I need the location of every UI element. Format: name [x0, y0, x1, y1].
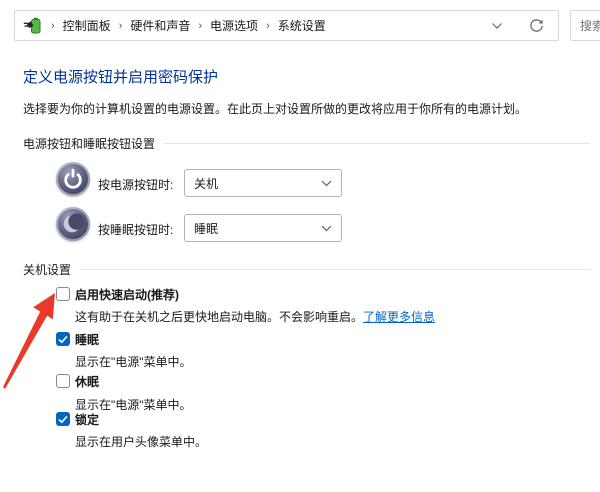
- section-header-power-buttons: 电源按钮和睡眠按钮设置: [23, 135, 590, 152]
- power-options-icon: [23, 16, 43, 36]
- breadcrumb-item-control-panel[interactable]: 控制面板: [63, 17, 111, 34]
- breadcrumb-separator: ›: [118, 19, 123, 32]
- sleep-checkbox[interactable]: [56, 332, 70, 346]
- breadcrumb-item-system-settings[interactable]: 系统设置: [278, 17, 326, 34]
- breadcrumb-item-power-options[interactable]: 电源选项: [210, 17, 258, 34]
- refresh-icon[interactable]: [529, 18, 544, 33]
- hibernate-option-label[interactable]: 休眠: [75, 373, 99, 390]
- sleep-button-action-select[interactable]: 睡眠: [184, 214, 342, 242]
- checkmark-icon: [58, 335, 68, 343]
- section-header-label: 关机设置: [23, 263, 72, 277]
- section-header-label: 电源按钮和睡眠按钮设置: [23, 137, 156, 151]
- power-button-action-value: 关机: [194, 176, 219, 191]
- fast-startup-checkbox[interactable]: [56, 287, 70, 301]
- power-button-action-select[interactable]: 关机: [184, 169, 342, 197]
- lock-option-label[interactable]: 锁定: [75, 411, 99, 428]
- breadcrumb-separator: ›: [198, 19, 203, 32]
- sleep-button-action-value: 睡眠: [194, 221, 219, 236]
- breadcrumb-separator: ›: [51, 19, 55, 32]
- section-divider: [164, 143, 590, 144]
- section-divider: [80, 269, 590, 270]
- address-bar: › 控制面板 › 硬件和声音 › 电源选项 › 系统设置: [14, 10, 559, 41]
- hibernate-checkbox[interactable]: [56, 374, 70, 388]
- address-dropdown-chevron-icon[interactable]: [491, 22, 503, 30]
- checkmark-icon: [58, 415, 68, 423]
- section-header-shutdown: 关机设置: [23, 261, 590, 278]
- lock-checkbox[interactable]: [56, 412, 70, 426]
- sleep-button-row-label: 按睡眠按钮时:: [98, 223, 174, 237]
- chevron-down-icon: [321, 225, 332, 232]
- breadcrumb-item-hardware-sound[interactable]: 硬件和声音: [130, 17, 190, 34]
- power-options-system-settings-page: › 控制面板 › 硬件和声音 › 电源选项 › 系统设置 搜索 定义电源按钮并启…: [0, 0, 600, 492]
- learn-more-link[interactable]: 了解更多信息: [363, 310, 435, 324]
- power-button-row-label: 按电源按钮时:: [98, 178, 174, 192]
- power-button-icon: [56, 162, 90, 196]
- lock-option-description: 显示在用户头像菜单中。: [75, 435, 208, 449]
- fast-startup-description: 这有助于在关机之后更快地启动电脑。不会影响重启。了解更多信息: [75, 308, 435, 325]
- sleep-option-description: 显示在"电源"菜单中。: [75, 355, 192, 369]
- search-input[interactable]: 搜索: [570, 10, 600, 41]
- fast-startup-description-text: 这有助于在关机之后更快地启动电脑。不会影响重启。: [75, 310, 364, 324]
- chevron-down-icon: [321, 180, 332, 187]
- page-subtitle: 选择要为你的计算机设置的电源设置。在此页上对设置所做的更改将应用于你所有的电源计…: [23, 102, 528, 116]
- breadcrumb-separator: ›: [266, 19, 270, 32]
- page-title: 定义电源按钮并启用密码保护: [23, 69, 219, 86]
- fast-startup-label[interactable]: 启用快速启动(推荐): [75, 286, 179, 303]
- sleep-button-icon: [56, 207, 90, 241]
- sleep-option-label[interactable]: 睡眠: [75, 331, 99, 348]
- search-placeholder: 搜索: [580, 19, 600, 33]
